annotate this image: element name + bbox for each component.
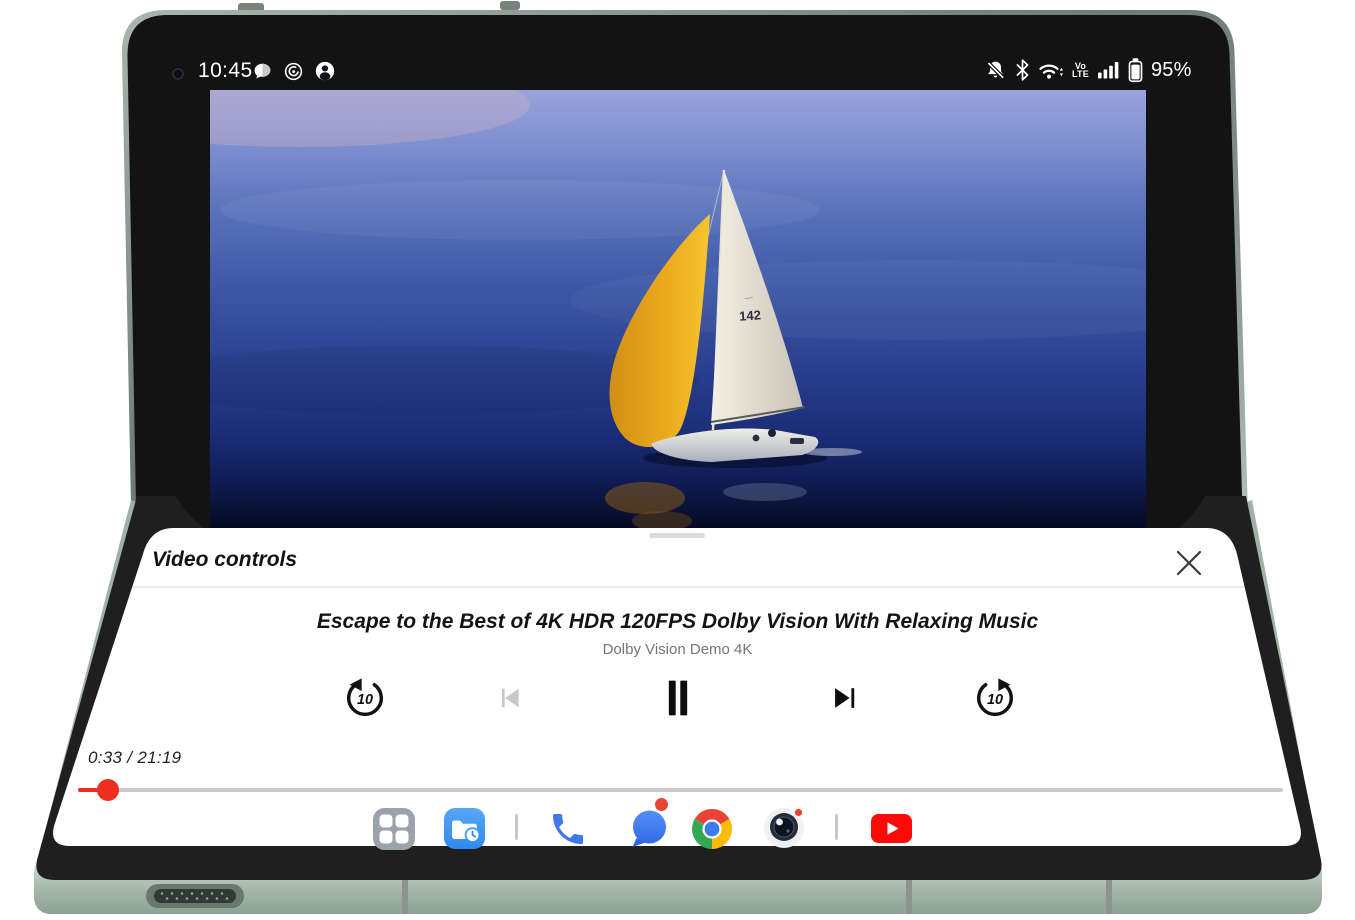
camera-app-icon[interactable]: [760, 803, 808, 851]
messages-app-icon[interactable]: [629, 808, 670, 849]
video-surface: 142 ⎯⎯: [70, 63, 1270, 532]
panel-drag-handle[interactable]: [649, 533, 705, 538]
chat-bubble-icon: [252, 61, 273, 82]
account-icon: [314, 60, 336, 82]
device-frame: 142 ⎯⎯: [0, 0, 1355, 920]
wifi-icon: [1038, 59, 1064, 81]
svg-text:⎯⎯: ⎯⎯: [744, 293, 753, 303]
music-spiral-icon: [283, 61, 304, 82]
notifications-off-icon: [984, 59, 1007, 82]
messages-notification-dot: [655, 798, 668, 811]
taskbar-divider: [515, 814, 518, 840]
front-camera: [173, 69, 183, 79]
seek-bar-track[interactable]: [78, 788, 1283, 792]
app-drawer-button[interactable]: [373, 808, 415, 850]
forward-10-button[interactable]: 10: [972, 675, 1018, 721]
sail-number: 142: [739, 307, 762, 323]
antenna-seam: [402, 880, 408, 914]
bluetooth-icon: [1015, 59, 1030, 81]
screenshot-stage: 142 ⎯⎯: [0, 0, 1355, 920]
antenna-seam: [906, 880, 912, 914]
panel-title: Video controls: [152, 548, 297, 572]
battery-icon: [1128, 57, 1143, 83]
signal-strength-icon: [1097, 60, 1120, 80]
files-app-icon[interactable]: [444, 808, 485, 849]
close-icon[interactable]: [1175, 549, 1203, 577]
next-track-button[interactable]: [828, 681, 862, 715]
phone-app-icon[interactable]: [548, 809, 588, 849]
camera-recording-dot: [795, 809, 802, 816]
chrome-app-icon[interactable]: [692, 809, 732, 849]
svg-text:10: 10: [357, 692, 373, 708]
taskbar-divider: [835, 814, 838, 840]
video-title: Escape to the Best of 4K HDR 120FPS Dolb…: [0, 610, 1355, 634]
status-time: 10:45: [198, 59, 253, 83]
battery-percent: 95%: [1151, 59, 1192, 82]
hinge-nub-right: [500, 1, 520, 10]
previous-track-button[interactable]: [494, 682, 526, 714]
pause-button[interactable]: [656, 676, 700, 720]
youtube-app-icon[interactable]: [871, 814, 912, 843]
rewind-10-button[interactable]: 10: [342, 675, 388, 721]
status-left-icons: [252, 60, 336, 82]
status-right-icons: Vo LTE 95%: [984, 57, 1192, 83]
volte-indicator: Vo LTE: [1072, 62, 1089, 79]
antenna-seam: [1106, 880, 1112, 914]
header-divider: [133, 586, 1244, 588]
speaker-grille: [146, 884, 244, 908]
svg-text:10: 10: [987, 692, 1003, 708]
video-subtitle: Dolby Vision Demo 4K: [0, 641, 1355, 658]
seek-bar-thumb[interactable]: [97, 779, 119, 801]
playback-time: 0:33 / 21:19: [88, 748, 181, 768]
